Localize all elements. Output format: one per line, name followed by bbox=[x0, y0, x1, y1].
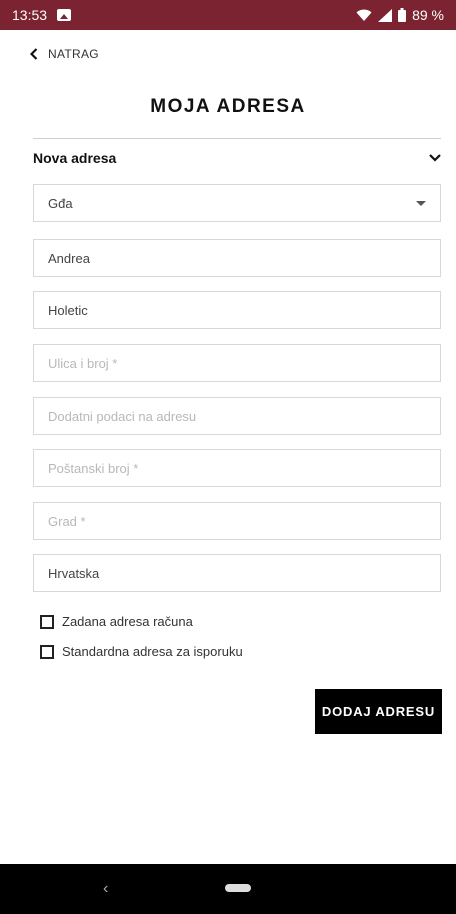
add-address-button[interactable]: DODAJ ADRESU bbox=[315, 689, 442, 734]
last-name-field[interactable] bbox=[33, 291, 441, 329]
country-input[interactable] bbox=[48, 565, 426, 581]
chevron-left-icon bbox=[30, 48, 38, 60]
status-time: 13:53 bbox=[12, 7, 48, 23]
status-bar: 13:53 89 % bbox=[0, 0, 456, 30]
city-field[interactable] bbox=[33, 502, 441, 540]
additional-info-input[interactable] bbox=[48, 408, 426, 424]
street-field[interactable] bbox=[33, 344, 441, 382]
signal-icon bbox=[378, 8, 393, 22]
nav-back-icon[interactable]: ‹ bbox=[103, 880, 108, 898]
first-name-input[interactable] bbox=[48, 250, 426, 266]
shipping-checkbox-row[interactable]: Standardna adresa za isporuku bbox=[40, 644, 243, 659]
billing-checkbox[interactable] bbox=[40, 614, 54, 629]
postal-code-input[interactable] bbox=[48, 460, 426, 476]
section-header-new-address[interactable]: Nova adresa bbox=[33, 145, 441, 171]
salutation-value: Gđa bbox=[48, 195, 73, 211]
shipping-checkbox-label: Standardna adresa za isporuku bbox=[62, 644, 243, 659]
salutation-select[interactable]: Gđa bbox=[33, 184, 441, 222]
caret-down-icon bbox=[416, 200, 426, 206]
wifi-icon bbox=[356, 9, 372, 21]
image-icon bbox=[57, 9, 72, 21]
back-link[interactable]: NATRAG bbox=[30, 44, 99, 64]
battery-icon bbox=[398, 8, 407, 22]
divider bbox=[33, 138, 441, 139]
battery-percent: 89 % bbox=[412, 7, 444, 23]
billing-checkbox-row[interactable]: Zadana adresa računa bbox=[40, 614, 193, 629]
country-field[interactable] bbox=[33, 554, 441, 592]
chevron-down-icon bbox=[429, 154, 441, 162]
street-input[interactable] bbox=[48, 355, 426, 371]
additional-info-field[interactable] bbox=[33, 397, 441, 435]
postal-code-field[interactable] bbox=[33, 449, 441, 487]
section-title: Nova adresa bbox=[33, 150, 117, 166]
city-input[interactable] bbox=[48, 513, 426, 529]
system-nav-bar: ‹ bbox=[0, 864, 456, 914]
last-name-input[interactable] bbox=[48, 302, 426, 318]
shipping-checkbox[interactable] bbox=[40, 644, 54, 659]
back-label: NATRAG bbox=[48, 47, 99, 61]
nav-home-icon[interactable] bbox=[225, 884, 251, 892]
first-name-field[interactable] bbox=[33, 239, 441, 277]
page-title: MOJA ADRESA bbox=[150, 96, 306, 117]
billing-checkbox-label: Zadana adresa računa bbox=[62, 614, 193, 629]
